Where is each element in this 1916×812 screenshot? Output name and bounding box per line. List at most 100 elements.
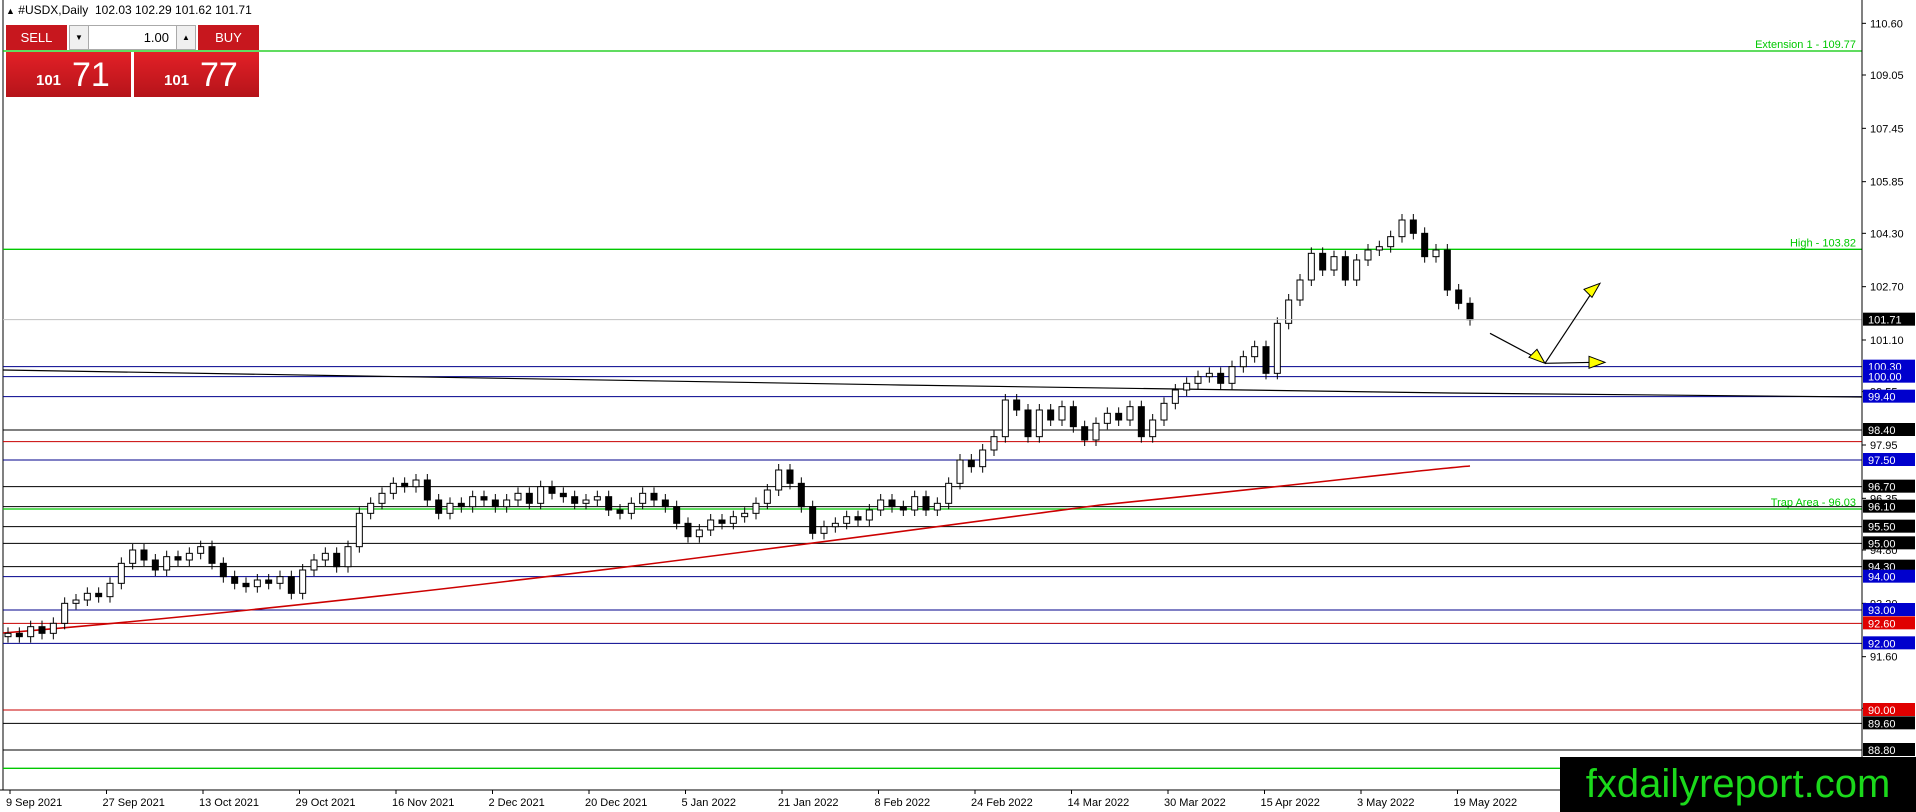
candle-body xyxy=(1149,419,1157,438)
candle-body xyxy=(661,499,669,508)
candle-body xyxy=(707,519,715,531)
level-badges: 100.30100.0099.4098.4097.5096.7096.1095.… xyxy=(1863,312,1915,757)
candle-body xyxy=(265,579,273,584)
candle-body xyxy=(435,499,443,514)
candle-body xyxy=(673,506,681,524)
candle-body xyxy=(877,499,885,511)
price-tick-label: 104.30 xyxy=(1870,228,1904,240)
candle-body xyxy=(831,522,839,528)
candle-body xyxy=(310,559,318,571)
level-label: Extension 1 - 109.77 xyxy=(1755,39,1856,51)
candle-body xyxy=(242,582,250,588)
candle-body xyxy=(1375,246,1383,251)
level-label: Trap Area - 96.03 xyxy=(1771,497,1856,509)
candle-body xyxy=(1341,256,1349,281)
candle-body xyxy=(843,516,851,524)
price-tick-label: 105.85 xyxy=(1870,177,1904,189)
candle-body xyxy=(786,469,794,484)
candle-body xyxy=(1353,259,1361,281)
candle-body xyxy=(1239,356,1247,368)
candle-body xyxy=(299,569,307,594)
level-badge-label: 96.70 xyxy=(1868,482,1896,494)
candle-body xyxy=(775,469,783,491)
time-tick-label: 8 Feb 2022 xyxy=(875,797,931,809)
level-badge-label: 95.00 xyxy=(1868,538,1896,550)
candle-body xyxy=(1455,289,1463,304)
candle-body xyxy=(956,459,964,484)
price-chart[interactable]: Extension 1 - 109.77 High - 103.82 Trap Ar… xyxy=(0,0,1916,812)
candle-body xyxy=(197,546,205,554)
candle-body xyxy=(27,626,35,638)
time-tick-label: 14 Mar 2022 xyxy=(1068,797,1130,809)
time-tick-label: 19 May 2022 xyxy=(1454,797,1518,809)
time-axis[interactable]: 9 Sep 2021 27 Sep 2021 13 Oct 2021 29 Oct 2… xyxy=(6,790,1517,809)
candle-body xyxy=(208,546,216,564)
candle-body xyxy=(1137,406,1145,438)
candle-body xyxy=(140,549,148,561)
price-tick-label: 101.10 xyxy=(1870,335,1904,347)
time-tick-label: 21 Jan 2022 xyxy=(778,797,839,809)
candle-body xyxy=(718,519,726,524)
candle-body xyxy=(1058,406,1066,421)
price-tick-label: 102.70 xyxy=(1870,282,1904,294)
time-tick-label: 20 Dec 2021 xyxy=(585,797,647,809)
symbol-label: #USDX,Daily xyxy=(18,3,89,17)
sell-button[interactable]: SELL xyxy=(6,25,67,50)
candle-body xyxy=(457,502,465,508)
time-tick-label: 16 Nov 2021 xyxy=(392,797,454,809)
candle-body xyxy=(639,492,647,504)
candle-body xyxy=(899,506,907,511)
candle-body xyxy=(469,496,477,508)
buy-price-prefix: 101 xyxy=(164,72,190,89)
candle-body xyxy=(582,499,590,504)
chart-background xyxy=(0,0,1862,790)
candle-body xyxy=(933,502,941,511)
candle-body xyxy=(219,562,227,578)
one-click-trading-panel: SELL ▼ 1.00 ▲ BUY 101 71 101 77 xyxy=(6,25,259,97)
candle-body xyxy=(503,499,511,508)
collapse-triangle-icon[interactable]: ▲ xyxy=(6,6,15,16)
level-badge-label: 88.80 xyxy=(1868,745,1896,757)
level-badge-label: 94.00 xyxy=(1868,572,1896,584)
time-tick-label: 30 Mar 2022 xyxy=(1164,797,1226,809)
candle-body xyxy=(684,522,692,538)
candle-body xyxy=(627,502,635,514)
sell-price-box[interactable]: 101 71 xyxy=(6,52,131,97)
candle-body xyxy=(729,516,737,524)
candle-body xyxy=(1319,252,1327,271)
candle-body xyxy=(979,449,987,468)
lot-decrease-icon[interactable]: ▼ xyxy=(70,26,89,49)
lot-increase-icon[interactable]: ▲ xyxy=(176,26,195,49)
lot-size-input[interactable]: 1.00 xyxy=(90,26,175,49)
level-badge-label: 92.60 xyxy=(1868,618,1896,630)
candle-body xyxy=(480,496,488,501)
lot-size-stepper[interactable]: ▼ 1.00 ▲ xyxy=(69,25,196,50)
buy-button[interactable]: BUY xyxy=(198,25,259,50)
candle-body xyxy=(129,549,137,564)
candle-body xyxy=(695,529,703,538)
candle-body xyxy=(820,526,828,534)
price-tick-label: 107.45 xyxy=(1870,123,1904,135)
candle-body xyxy=(106,582,114,598)
candle-body xyxy=(1364,249,1372,261)
candle-body xyxy=(1081,426,1089,441)
time-tick-label: 9 Sep 2021 xyxy=(6,797,62,809)
price-tick-label: 110.60 xyxy=(1870,18,1903,30)
candle-body xyxy=(4,632,12,638)
buy-price-box[interactable]: 101 77 xyxy=(134,52,259,97)
level-label: High - 103.82 xyxy=(1790,237,1856,249)
level-badge-label: 92.00 xyxy=(1868,638,1896,650)
candle-body xyxy=(1205,372,1213,378)
candle-body xyxy=(491,499,499,508)
candle-body xyxy=(1035,409,1043,438)
candle-body xyxy=(1273,322,1281,374)
level-badge-label: 96.10 xyxy=(1868,502,1896,514)
candle-body xyxy=(355,512,363,548)
candle-body xyxy=(38,626,46,634)
candle-body xyxy=(1001,399,1009,438)
time-tick-label: 13 Oct 2021 xyxy=(199,797,259,809)
candle-body xyxy=(151,559,159,571)
price-tick-label: 109.05 xyxy=(1870,70,1904,82)
candle-body xyxy=(174,556,182,561)
time-tick-label: 15 Apr 2022 xyxy=(1261,797,1320,809)
